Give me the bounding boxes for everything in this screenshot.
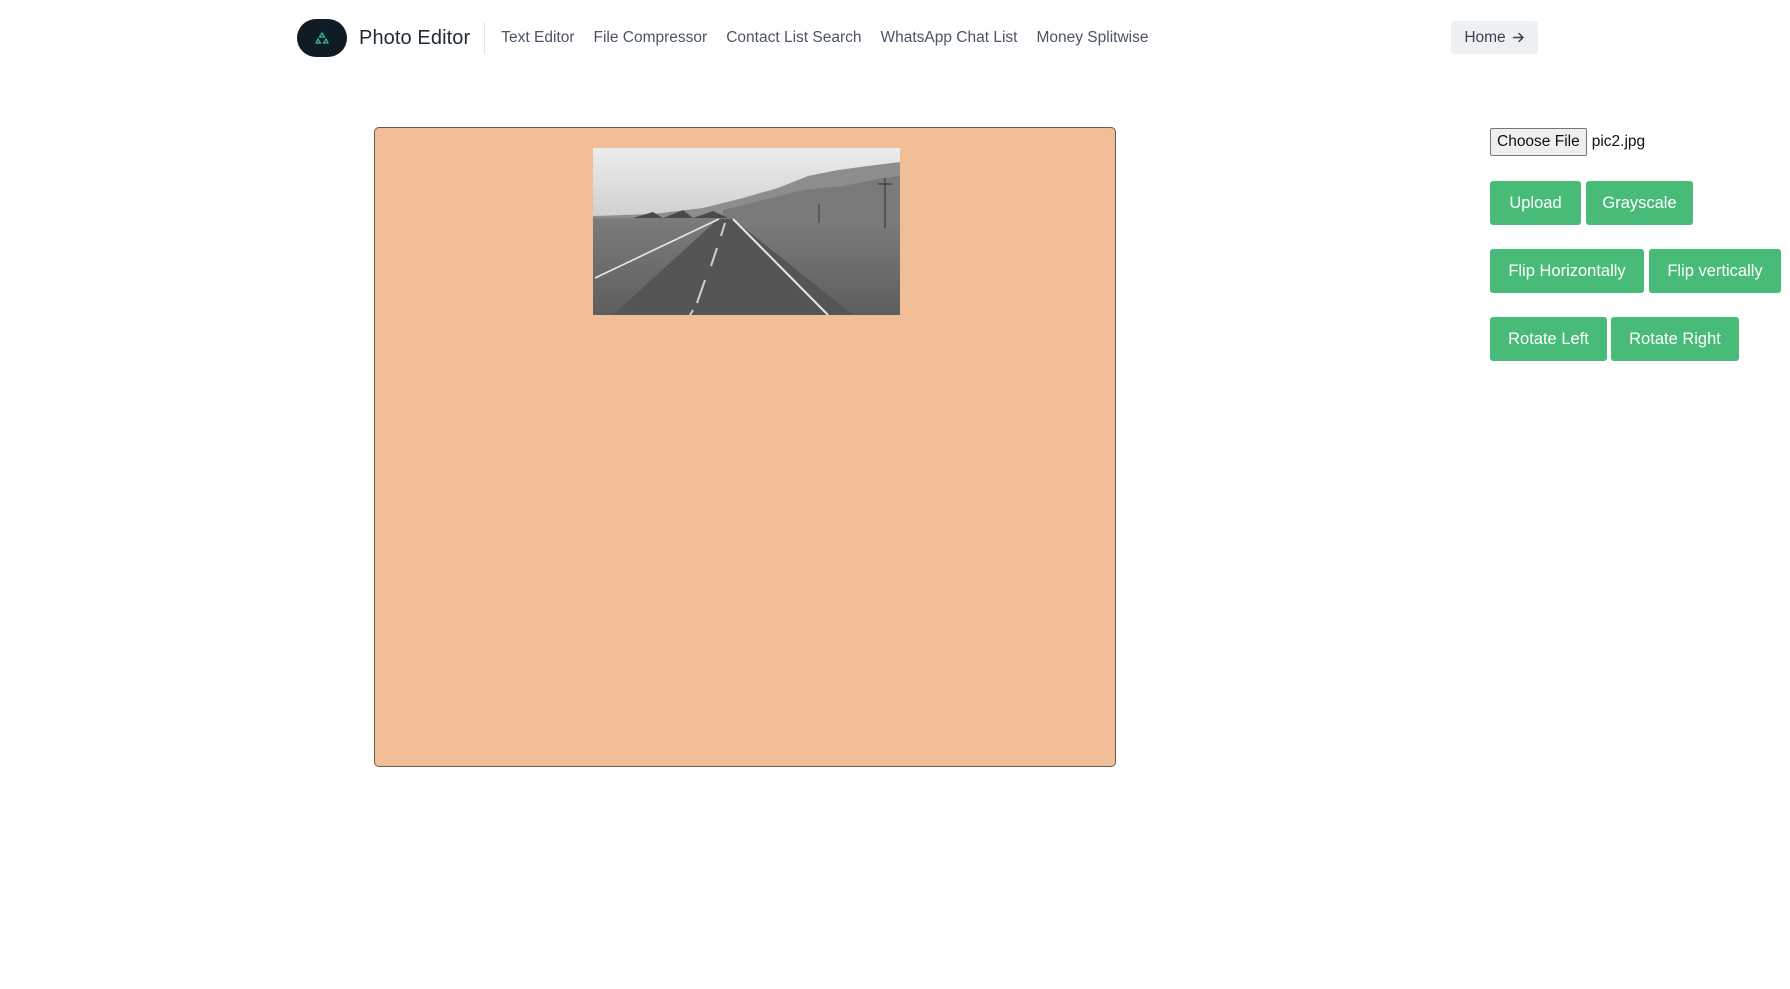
file-input: Choose File pic2.jpg <box>1490 128 1645 156</box>
rotate-right-button[interactable]: Rotate Right <box>1611 317 1739 361</box>
flip-horizontally-button[interactable]: Flip Horizontally <box>1490 249 1644 293</box>
navbar: Photo Editor Text Editor File Compressor… <box>297 18 1540 58</box>
page: Photo Editor Text Editor File Compressor… <box>0 0 1790 989</box>
nav-link-whatsapp-chat-list[interactable]: WhatsApp Chat List <box>880 29 1017 47</box>
home-button[interactable]: Home <box>1451 21 1538 54</box>
logo[interactable] <box>297 19 347 57</box>
nav-divider <box>484 22 486 54</box>
rotate-left-button[interactable]: Rotate Left <box>1490 317 1607 361</box>
road-landscape-image <box>593 148 900 315</box>
upload-button[interactable]: Upload <box>1490 181 1581 225</box>
flip-vertically-button[interactable]: Flip vertically <box>1649 249 1781 293</box>
selected-file-name: pic2.jpg <box>1591 133 1646 150</box>
nav-link-file-compressor[interactable]: File Compressor <box>594 29 708 47</box>
choose-file-button[interactable]: Choose File <box>1490 128 1587 156</box>
editor-canvas <box>374 127 1116 767</box>
nav-link-contact-list-search[interactable]: Contact List Search <box>726 29 861 47</box>
home-button-label: Home <box>1464 28 1506 46</box>
nav-link-text-editor[interactable]: Text Editor <box>501 29 574 47</box>
edited-photo <box>593 148 900 315</box>
brand-title[interactable]: Photo Editor <box>359 27 470 50</box>
recycle-icon <box>315 31 329 44</box>
nav-links: Text Editor File Compressor Contact List… <box>501 29 1148 47</box>
arrow-right-icon <box>1512 32 1524 43</box>
nav-link-money-splitwise[interactable]: Money Splitwise <box>1036 29 1148 47</box>
grayscale-button[interactable]: Grayscale <box>1586 181 1693 225</box>
